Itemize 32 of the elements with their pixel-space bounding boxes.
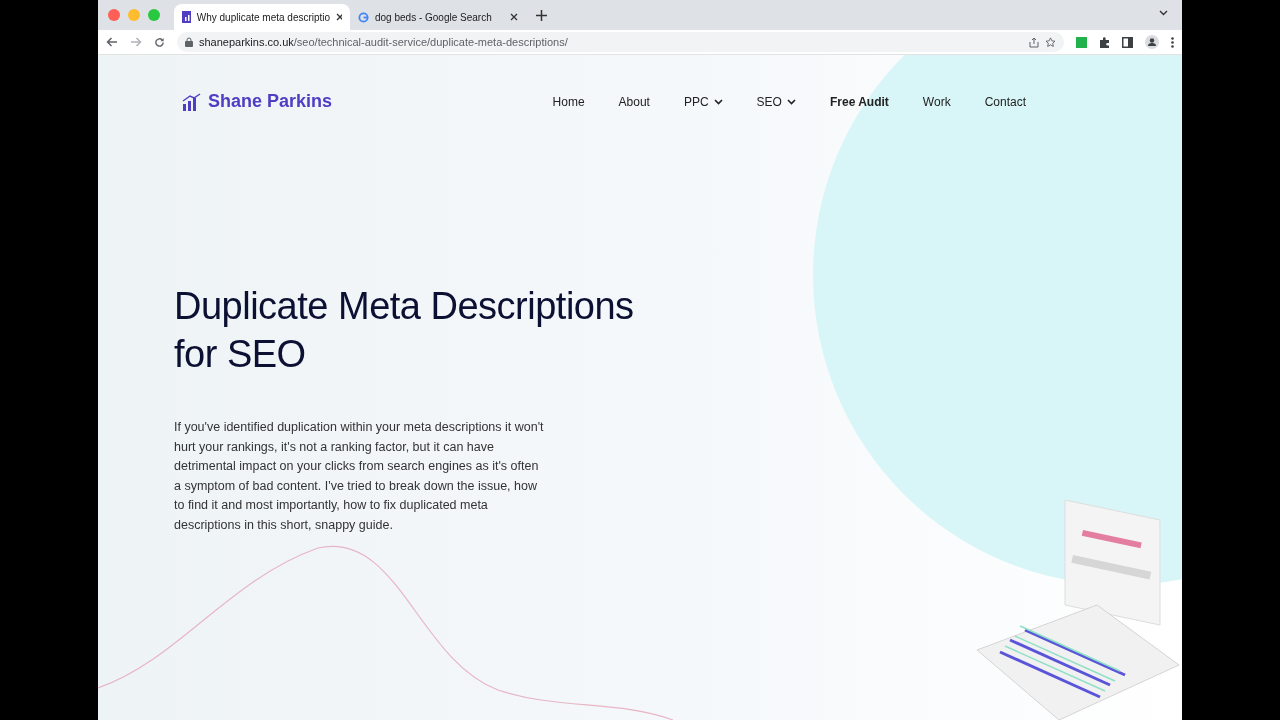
profile-avatar-icon[interactable] bbox=[1145, 35, 1159, 49]
nav-link[interactable]: About bbox=[618, 94, 650, 109]
puzzle-piece-icon[interactable] bbox=[1099, 36, 1110, 48]
browser-tab[interactable]: dog beds - Google Search bbox=[350, 4, 526, 30]
intro-paragraph: If you've identified duplication within your meta descriptions it won't hurt your rankings, it's not a ranking factor, but it can have detrimental impact on your clicks from search engines as it's often a symptom of bad content. I've tried to break down the issue, how to find it and most importantly, how to fix duplicated meta descriptions in this short, snappy guide. bbox=[174, 419, 545, 534]
nav-link[interactable]: PPC bbox=[683, 94, 723, 109]
star-icon[interactable] bbox=[1045, 36, 1056, 48]
address-bar[interactable]: shaneparkins.co.uk/seo/technical-audit-service/duplicate-meta-descriptions/ bbox=[177, 32, 1064, 52]
bar-chart-icon bbox=[182, 11, 191, 23]
share-icon[interactable] bbox=[1029, 36, 1039, 48]
close-icon[interactable] bbox=[336, 13, 342, 21]
extension-square-icon[interactable] bbox=[1076, 36, 1087, 48]
google-g-icon bbox=[358, 11, 369, 23]
chevron-down-icon[interactable] bbox=[1159, 10, 1168, 16]
nav-link[interactable]: Free Audit bbox=[829, 94, 889, 109]
back-arrow-icon[interactable] bbox=[106, 37, 118, 47]
close-icon[interactable] bbox=[510, 13, 518, 21]
page-heading: Duplicate Meta Descriptions for SEO bbox=[174, 284, 635, 377]
nav-link[interactable]: SEO bbox=[756, 94, 796, 109]
logo-text: Shane Parkins bbox=[208, 91, 333, 112]
more-menu-icon[interactable] bbox=[1171, 36, 1174, 48]
nav-link[interactable]: Work bbox=[922, 94, 951, 109]
url-text: shaneparkins.co.uk/seo/technical-audit-service/duplicate-meta-descriptions/ bbox=[199, 36, 568, 48]
plus-icon[interactable] bbox=[536, 9, 547, 21]
nav-link[interactable]: Contact bbox=[984, 94, 1026, 109]
nav-link[interactable]: Home bbox=[552, 94, 585, 109]
side-panel-icon[interactable] bbox=[1122, 36, 1133, 48]
site-logo[interactable]: Shane Parkins bbox=[182, 91, 333, 112]
browser-tab[interactable]: Why duplicate meta descriptio bbox=[174, 4, 350, 30]
reload-icon[interactable] bbox=[154, 36, 165, 48]
bar-chart-icon bbox=[182, 92, 202, 111]
lock-icon bbox=[185, 37, 193, 47]
